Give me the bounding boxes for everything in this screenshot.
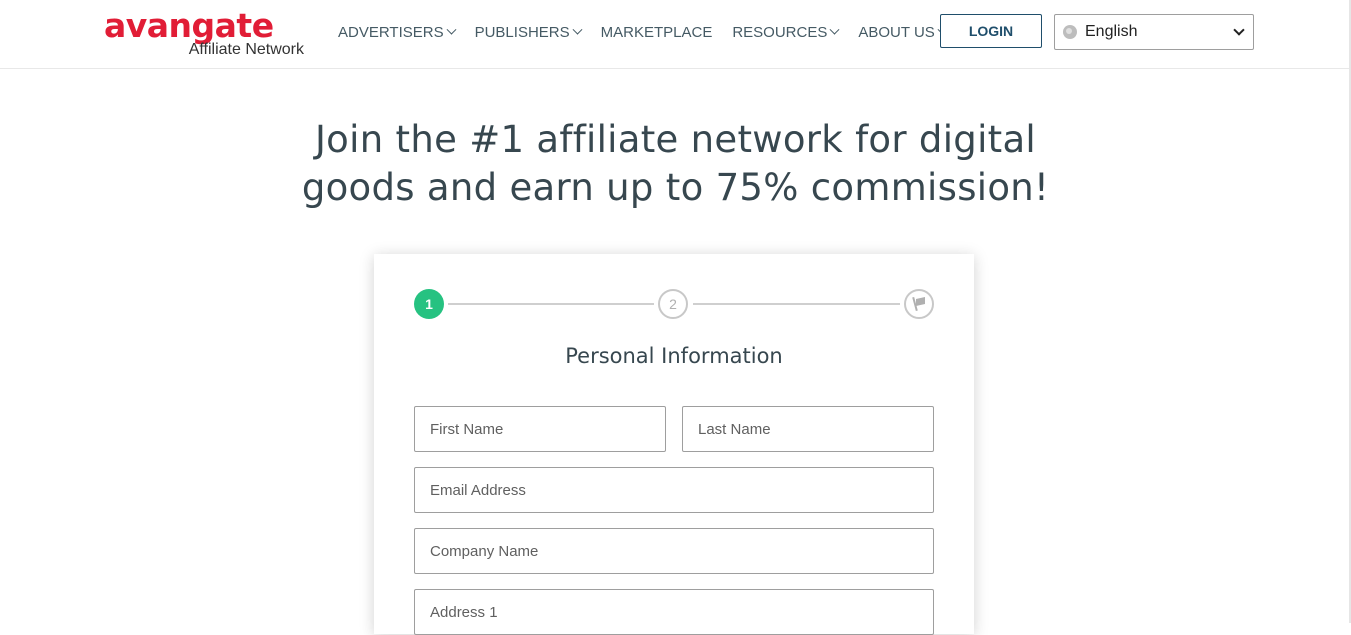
stepper-connector [693,303,900,305]
hero-line-1: Join the #1 affiliate network for digita… [314,118,1037,161]
avangate-logo[interactable]: avangate Affiliate Network [104,8,304,62]
nav-item-publishers[interactable]: PUBLISHERS [474,23,583,41]
hero-headline: Join the #1 affiliate network for digita… [0,116,1351,212]
chevron-down-icon [1233,24,1245,36]
address-1-field[interactable] [414,589,934,635]
site-header: avangate Affiliate Network ADVERTISERS P… [0,0,1351,69]
progress-stepper: 1 2 [414,289,934,319]
logo-subtitle: Affiliate Network [188,41,304,58]
nav-label: ABOUT US [858,23,935,41]
chevron-down-icon [572,24,583,35]
globe-icon [1063,25,1077,39]
signup-card: 1 2 Personal Information [374,254,974,635]
nav-item-marketplace[interactable]: MARKETPLACE [601,24,713,41]
main-nav: ADVERTISERS PUBLISHERS MARKETPLACE RESOU… [338,21,966,43]
language-selected-value: English [1085,23,1138,40]
step-finish-indicator [904,289,934,319]
nav-label: MARKETPLACE [600,23,713,41]
nav-label: ADVERTISERS [338,23,444,41]
chevron-down-icon [829,24,840,35]
nav-label: RESOURCES [732,23,828,41]
step-1-indicator: 1 [414,289,444,319]
chevron-down-icon [446,24,457,35]
nav-item-about-us[interactable]: ABOUT US [858,23,948,41]
last-name-field[interactable] [682,406,934,452]
first-name-field[interactable] [414,406,666,452]
section-title: Personal Information [565,344,783,368]
company-name-field[interactable] [414,528,934,574]
nav-label: PUBLISHERS [474,23,570,41]
hero-line-2: goods and earn up to 75% commission! [301,166,1050,209]
nav-item-resources[interactable]: RESOURCES [732,23,840,41]
login-button[interactable]: LOGIN [940,14,1042,48]
language-select[interactable]: English [1054,14,1254,50]
flag-icon [912,296,925,312]
nav-item-advertisers[interactable]: ADVERTISERS [338,23,457,41]
logo-wordmark: avangate [104,6,274,45]
stepper-connector [448,303,654,305]
step-2-indicator: 2 [658,289,688,319]
email-field[interactable] [414,467,934,513]
